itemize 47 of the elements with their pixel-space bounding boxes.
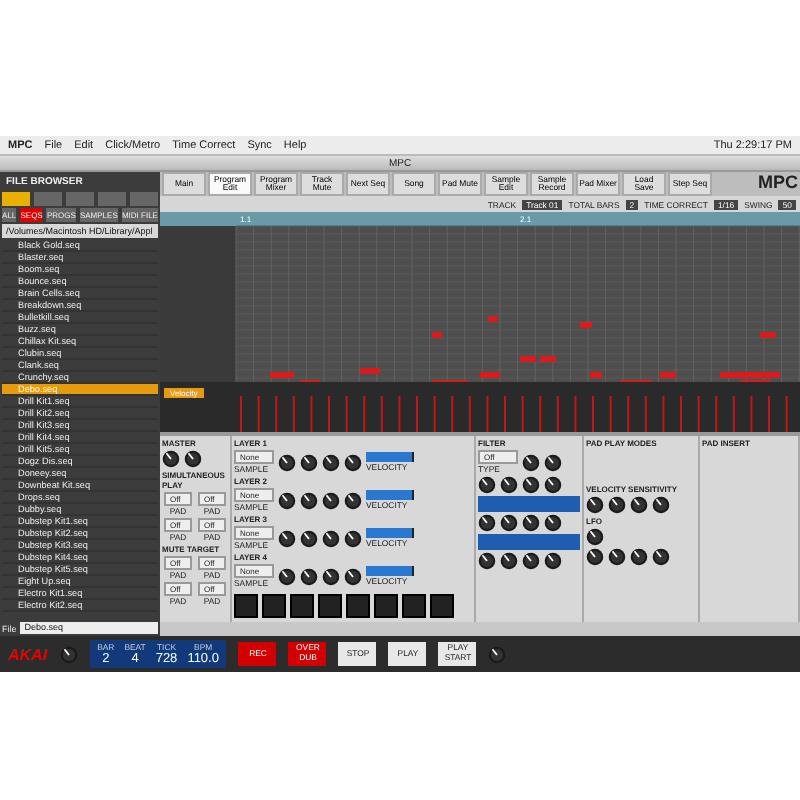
knob-icon[interactable] bbox=[652, 548, 670, 566]
knob-icon[interactable] bbox=[522, 514, 540, 532]
knob-icon[interactable] bbox=[608, 496, 626, 514]
knob-icon[interactable] bbox=[59, 645, 78, 663]
envelope-display bbox=[478, 534, 580, 550]
knob-icon[interactable] bbox=[500, 514, 518, 532]
knob-icon[interactable] bbox=[344, 453, 362, 471]
knob-icon[interactable] bbox=[344, 529, 362, 547]
knob-icon[interactable] bbox=[652, 496, 670, 514]
knob-icon[interactable] bbox=[278, 453, 296, 471]
knob-icon[interactable] bbox=[344, 567, 362, 585]
knob-icon[interactable] bbox=[488, 645, 507, 663]
knob-icon[interactable] bbox=[500, 552, 518, 570]
knob-icon[interactable] bbox=[586, 496, 604, 514]
knob-icon[interactable] bbox=[522, 476, 540, 494]
knob-icon[interactable] bbox=[522, 453, 540, 471]
knob-icon[interactable] bbox=[300, 453, 318, 471]
knob-icon[interactable] bbox=[322, 453, 340, 471]
knob-icon[interactable] bbox=[544, 514, 562, 532]
knob-icon[interactable] bbox=[586, 548, 604, 566]
knob-icon[interactable] bbox=[278, 567, 296, 585]
knob-icon[interactable] bbox=[300, 529, 318, 547]
knob-icon[interactable] bbox=[522, 552, 540, 570]
knob-icon[interactable] bbox=[478, 476, 496, 494]
knob-icon[interactable] bbox=[162, 450, 180, 468]
knob-icon[interactable] bbox=[300, 567, 318, 585]
knob-icon[interactable] bbox=[544, 453, 562, 471]
knob-icon[interactable] bbox=[344, 491, 362, 509]
knob-icon[interactable] bbox=[478, 552, 496, 570]
knob-icon[interactable] bbox=[630, 548, 648, 566]
knob-icon[interactable] bbox=[322, 567, 340, 585]
knob-icon[interactable] bbox=[608, 548, 626, 566]
knob-icon[interactable] bbox=[184, 450, 202, 468]
envelope-display bbox=[478, 496, 580, 512]
knob-icon[interactable] bbox=[478, 514, 496, 532]
knob-icon[interactable] bbox=[544, 552, 562, 570]
knob-icon[interactable] bbox=[586, 528, 604, 546]
knob-icon[interactable] bbox=[630, 496, 648, 514]
mpc-logo: MPC bbox=[758, 172, 798, 196]
knob-icon[interactable] bbox=[500, 476, 518, 494]
knob-icon[interactable] bbox=[278, 529, 296, 547]
knob-icon[interactable] bbox=[544, 476, 562, 494]
knob-icon[interactable] bbox=[278, 491, 296, 509]
knob-icon[interactable] bbox=[300, 491, 318, 509]
knob-icon[interactable] bbox=[322, 529, 340, 547]
akai-logo: AKAI bbox=[8, 645, 48, 663]
knob-icon[interactable] bbox=[322, 491, 340, 509]
